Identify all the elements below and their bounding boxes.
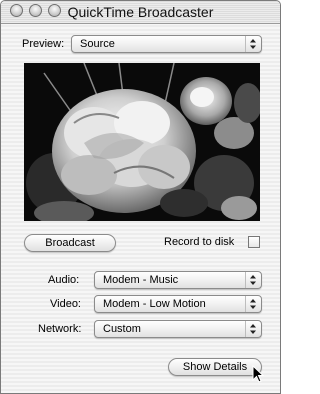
popup-arrows-icon: [245, 272, 261, 288]
record-to-disk-label: Record to disk: [164, 236, 235, 248]
audio-label: Audio:: [48, 274, 80, 286]
audio-select[interactable]: Modem - Music: [94, 271, 262, 289]
preview-source-select[interactable]: Source: [71, 35, 262, 53]
network-value: Custom: [103, 323, 141, 335]
video-select[interactable]: Modem - Low Motion: [94, 295, 262, 313]
broadcast-button[interactable]: Broadcast: [24, 234, 116, 252]
popup-arrows-icon: [245, 296, 261, 312]
title-bar[interactable]: QuickTime Broadcaster: [1, 1, 280, 24]
broadcaster-window: QuickTime Broadcaster Preview: Source Br…: [0, 0, 281, 394]
preview-label: Preview:: [22, 38, 65, 50]
preview-source-value: Source: [80, 38, 115, 50]
network-select[interactable]: Custom: [94, 320, 262, 338]
audio-value: Modem - Music: [103, 274, 179, 286]
video-value: Modem - Low Motion: [103, 298, 206, 310]
video-label: Video:: [50, 298, 81, 310]
popup-arrows-icon: [245, 321, 261, 337]
network-label: Network:: [38, 323, 82, 335]
record-to-disk-checkbox[interactable]: [248, 236, 260, 248]
video-preview: [24, 63, 260, 221]
mouse-cursor-icon: [252, 365, 265, 383]
flowers-preview-image: [24, 63, 260, 221]
show-details-button[interactable]: Show Details: [168, 358, 262, 376]
window-title: QuickTime Broadcaster: [67, 4, 214, 20]
popup-arrows-icon: [245, 36, 261, 52]
